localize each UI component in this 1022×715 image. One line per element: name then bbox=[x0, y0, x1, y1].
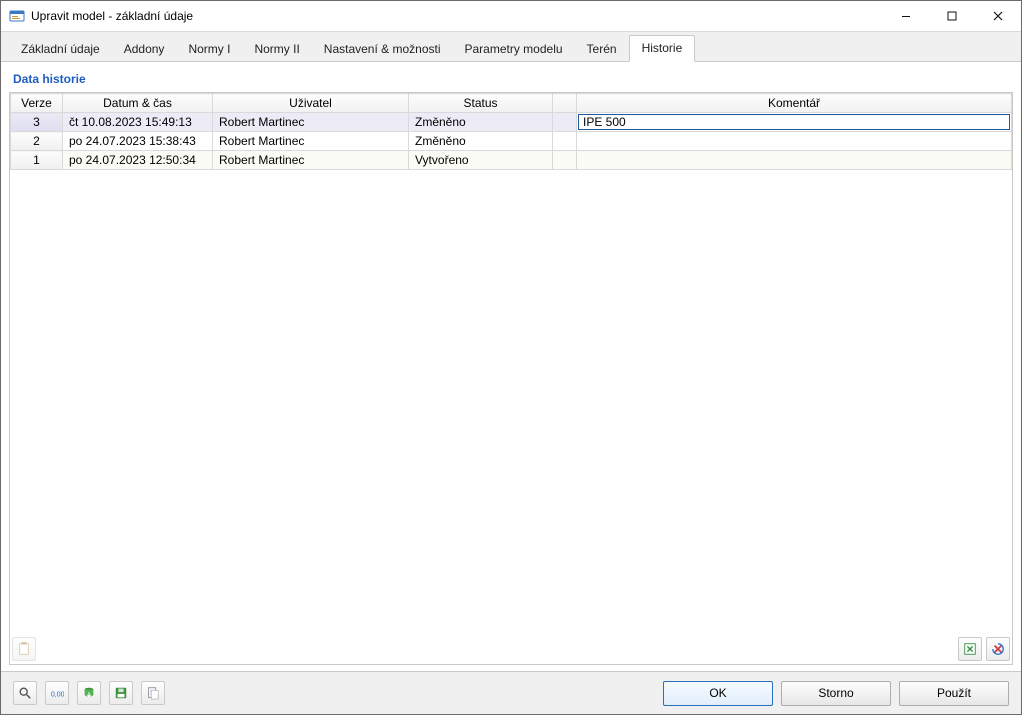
maximize-button[interactable] bbox=[929, 1, 975, 31]
cell-user: Robert Martinec bbox=[213, 151, 409, 170]
cell-version: 1 bbox=[11, 151, 63, 170]
cell-gap bbox=[553, 132, 577, 151]
export-excel-button[interactable] bbox=[958, 637, 982, 661]
cell-status: Změněno bbox=[409, 132, 553, 151]
database-import-button[interactable] bbox=[77, 681, 101, 705]
svg-text:0,00: 0,00 bbox=[51, 692, 64, 699]
minimize-button[interactable] bbox=[883, 1, 929, 31]
apply-button[interactable]: Použít bbox=[899, 681, 1009, 706]
col-datetime[interactable]: Datum & čas bbox=[63, 94, 213, 113]
col-comment[interactable]: Komentář bbox=[577, 94, 1012, 113]
dialog-button-bar: 0,00 OK Storno Použít bbox=[1, 671, 1021, 714]
tab-basic-data[interactable]: Základní údaje bbox=[9, 37, 112, 62]
list-to-clipboard-button[interactable] bbox=[141, 681, 165, 705]
window-title: Upravit model - základní údaje bbox=[31, 9, 883, 23]
cell-gap bbox=[553, 113, 577, 132]
cancel-button[interactable]: Storno bbox=[781, 681, 891, 706]
table-header-row: Verze Datum & čas Uživatel Status Koment… bbox=[11, 94, 1012, 113]
cell-version: 2 bbox=[11, 132, 63, 151]
comment-input[interactable] bbox=[578, 114, 1010, 130]
close-button[interactable] bbox=[975, 1, 1021, 31]
cell-comment[interactable] bbox=[577, 132, 1012, 151]
search-button[interactable] bbox=[13, 681, 37, 705]
cell-comment[interactable] bbox=[577, 113, 1012, 132]
cell-datetime: po 24.07.2023 12:50:34 bbox=[63, 151, 213, 170]
cell-user: Robert Martinec bbox=[213, 113, 409, 132]
tab-settings[interactable]: Nastavení & možnosti bbox=[312, 37, 453, 62]
tab-model-params[interactable]: Parametry modelu bbox=[453, 37, 575, 62]
tab-terrain[interactable]: Terén bbox=[575, 37, 629, 62]
titlebar: Upravit model - základní údaje bbox=[1, 1, 1021, 32]
col-status[interactable]: Status bbox=[409, 94, 553, 113]
cell-datetime: po 24.07.2023 15:38:43 bbox=[63, 132, 213, 151]
table-row[interactable]: 1 po 24.07.2023 12:50:34 Robert Martinec… bbox=[11, 151, 1012, 170]
grid-blank-area bbox=[10, 170, 1012, 634]
ok-button[interactable]: OK bbox=[663, 681, 773, 706]
tab-strip: Základní údaje Addony Normy I Normy II N… bbox=[1, 32, 1021, 62]
note-clip-button[interactable] bbox=[12, 637, 36, 661]
cell-version: 3 bbox=[11, 113, 63, 132]
tab-norms-2[interactable]: Normy II bbox=[242, 37, 311, 62]
cell-gap bbox=[553, 151, 577, 170]
cell-datetime: čt 10.08.2023 15:49:13 bbox=[63, 113, 213, 132]
history-grid-wrap: Verze Datum & čas Uživatel Status Koment… bbox=[9, 92, 1013, 665]
units-button[interactable]: 0,00 bbox=[45, 681, 69, 705]
tab-addons[interactable]: Addony bbox=[112, 37, 177, 62]
table-row[interactable]: 2 po 24.07.2023 15:38:43 Robert Martinec… bbox=[11, 132, 1012, 151]
history-panel: Data historie Verze Datum & čas Uživatel… bbox=[9, 68, 1013, 665]
cell-comment[interactable] bbox=[577, 151, 1012, 170]
reset-button[interactable] bbox=[986, 637, 1010, 661]
table-row[interactable]: 3 čt 10.08.2023 15:49:13 Robert Martinec… bbox=[11, 113, 1012, 132]
app-icon bbox=[9, 8, 25, 24]
window-controls bbox=[883, 1, 1021, 31]
dialog-window: Upravit model - základní údaje Základní … bbox=[0, 0, 1022, 715]
panel-title: Data historie bbox=[9, 68, 1013, 92]
history-table[interactable]: Verze Datum & čas Uživatel Status Koment… bbox=[10, 93, 1012, 170]
col-gap[interactable] bbox=[553, 94, 577, 113]
tab-norms-1[interactable]: Normy I bbox=[176, 37, 242, 62]
cell-user: Robert Martinec bbox=[213, 132, 409, 151]
cell-status: Změněno bbox=[409, 113, 553, 132]
col-user[interactable]: Uživatel bbox=[213, 94, 409, 113]
cell-status: Vytvořeno bbox=[409, 151, 553, 170]
save-to-disk-button[interactable] bbox=[109, 681, 133, 705]
tab-history[interactable]: Historie bbox=[629, 35, 696, 62]
grid-toolbar bbox=[10, 634, 1012, 664]
col-version[interactable]: Verze bbox=[11, 94, 63, 113]
